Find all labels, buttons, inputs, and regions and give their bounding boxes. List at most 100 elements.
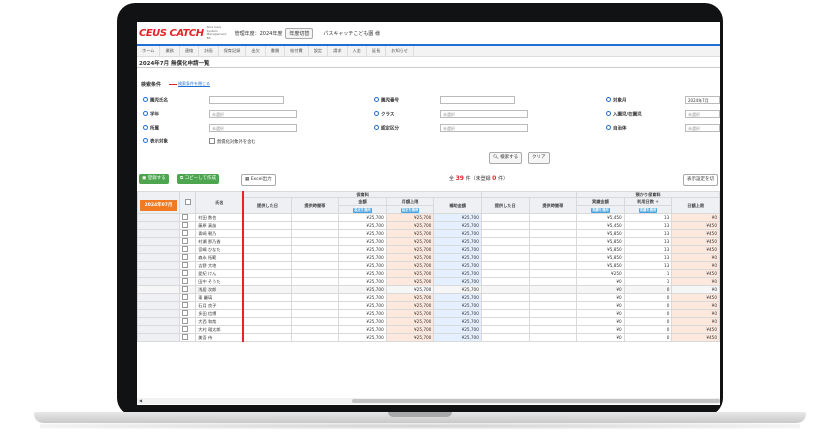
subsidy-amount[interactable]: ¥25,700	[433, 253, 482, 262]
table-row[interactable]: 大西 和哉 ¥25,700 ¥25,700 ¥25,700 ¥0 0 ¥0	[137, 317, 720, 326]
usage-days[interactable]: 1	[623, 277, 673, 286]
provided-time-2[interactable]	[528, 309, 578, 318]
monthly-limit[interactable]: ¥25,700	[385, 301, 435, 310]
table-row[interactable]: 多田 信博 ¥25,700 ¥25,700 ¥25,700 ¥0 0 ¥0	[137, 309, 720, 318]
daily-limit[interactable]: ¥0	[671, 213, 720, 222]
usage-days[interactable]: 13	[623, 213, 673, 222]
nav-item[interactable]: ホーム	[137, 46, 161, 56]
daily-limit[interactable]: ¥0	[671, 317, 720, 326]
provided-date[interactable]	[242, 245, 292, 254]
provided-time[interactable]	[290, 237, 340, 246]
provided-date[interactable]	[242, 309, 292, 318]
subsidy-amount[interactable]: ¥25,700	[433, 301, 482, 310]
provided-date[interactable]	[242, 213, 292, 222]
excel-export-button[interactable]: ▦ Excel出力	[241, 174, 276, 186]
nav-item[interactable]: 連絡	[180, 46, 200, 56]
provided-time[interactable]	[290, 245, 340, 254]
copy-create-button[interactable]: ⧉ コピーして作成	[177, 174, 220, 184]
provided-time-2[interactable]	[528, 301, 578, 310]
provided-time[interactable]	[290, 325, 340, 334]
monthly-limit[interactable]: ¥25,700	[385, 277, 435, 286]
child-name[interactable]: 愛紀 けん	[195, 269, 245, 278]
subsidy-amount[interactable]: ¥25,700	[433, 213, 482, 222]
amount[interactable]: ¥25,700	[338, 245, 387, 254]
col-provided-time-2[interactable]: 提供時間帯	[528, 197, 578, 214]
amount[interactable]: ¥25,700	[338, 333, 387, 342]
scrollbar-thumb[interactable]	[352, 399, 720, 403]
amount[interactable]: ¥25,700	[338, 285, 387, 294]
col-subsidy[interactable]: 補助金額	[433, 197, 482, 214]
child-name[interactable]: 東 麗璃	[195, 293, 245, 302]
subsidy-amount[interactable]: ¥25,700	[433, 237, 482, 246]
child-name[interactable]: 藤原 真苗	[195, 221, 245, 230]
row-checkbox[interactable]	[182, 222, 189, 228]
child-name[interactable]: 大村 瑠太郎	[195, 325, 245, 334]
provided-date[interactable]	[242, 269, 292, 278]
col-daily-limit[interactable]: 日額上限	[671, 197, 720, 214]
table-row[interactable]: 愛紀 けん ¥25,700 ¥25,700 ¥25,700 ¥250 1 ¥450	[137, 269, 720, 278]
provided-time[interactable]	[290, 229, 340, 238]
child-name-input[interactable]	[209, 96, 284, 104]
apply-days-button[interactable]: 実績を適用	[638, 208, 658, 213]
apply-actual-button[interactable]: 実績を適用	[591, 208, 610, 213]
actual-amount[interactable]: ¥0	[576, 325, 625, 334]
provided-time[interactable]	[290, 293, 340, 302]
provided-time-2[interactable]	[528, 269, 578, 278]
child-name[interactable]: 青崎 朝乃	[195, 229, 245, 238]
provided-date[interactable]	[242, 325, 292, 334]
child-name[interactable]: 森永 拓範	[195, 253, 245, 262]
child-name[interactable]: 田中 そうた	[195, 277, 245, 286]
nav-item[interactable]: 業務	[160, 46, 180, 56]
daily-limit[interactable]: ¥0	[671, 301, 720, 310]
nav-item[interactable]: 入金	[348, 46, 367, 56]
daily-limit[interactable]: ¥450	[671, 293, 720, 302]
subsidy-amount[interactable]: ¥25,700	[433, 269, 482, 278]
scroll-left-icon[interactable]: ◀	[139, 398, 142, 403]
daily-limit[interactable]: ¥450	[671, 333, 720, 342]
row-checkbox[interactable]	[182, 286, 189, 292]
actual-amount[interactable]: ¥0	[576, 293, 625, 302]
row-checkbox[interactable]	[182, 230, 189, 236]
actual-amount[interactable]: ¥0	[576, 309, 625, 318]
row-checkbox[interactable]	[182, 278, 189, 284]
provided-date-2[interactable]	[480, 277, 530, 286]
daily-limit[interactable]: ¥0	[671, 253, 720, 262]
provided-time-2[interactable]	[528, 317, 578, 326]
provided-date-2[interactable]	[480, 261, 530, 270]
subsidy-amount[interactable]: ¥25,700	[433, 261, 482, 270]
table-row[interactable]: 大村 瑠太郎 ¥25,700 ¥25,700 ¥25,700 ¥0 0 ¥450	[137, 325, 720, 334]
class-select[interactable]: 未選択	[440, 110, 528, 118]
table-row[interactable]: 青崎 朝乃 ¥25,700 ¥25,700 ¥25,700 ¥5,850 13 ¥450	[137, 229, 720, 238]
row-checkbox[interactable]	[182, 246, 189, 252]
usage-days[interactable]: 0	[623, 333, 673, 342]
amount[interactable]: ¥25,700	[338, 277, 387, 286]
nav-item[interactable]: 保育記録	[219, 46, 247, 56]
provided-time-2[interactable]	[528, 285, 578, 294]
row-checkbox[interactable]	[182, 302, 189, 308]
daily-limit[interactable]: ¥0	[671, 261, 720, 270]
monthly-limit[interactable]: ¥25,700	[385, 325, 435, 334]
actual-amount[interactable]: ¥5,450	[576, 221, 625, 230]
register-button[interactable]: ▣ 登録する	[139, 174, 169, 184]
provided-time[interactable]	[290, 301, 340, 310]
row-checkbox[interactable]	[182, 294, 189, 300]
daily-limit[interactable]: ¥0	[671, 309, 720, 318]
monthly-limit[interactable]: ¥25,700	[385, 285, 435, 294]
actual-amount[interactable]: ¥0	[576, 277, 625, 286]
usage-days[interactable]: 0	[623, 317, 673, 326]
provided-time[interactable]	[290, 253, 340, 262]
provided-date-2[interactable]	[480, 213, 530, 222]
child-name[interactable]: 多田 信博	[195, 309, 245, 318]
col-provided-time[interactable]: 提供時間帯	[290, 197, 340, 214]
amount[interactable]: ¥25,700	[338, 317, 387, 326]
nav-item[interactable]: 請求	[328, 46, 348, 56]
amount[interactable]: ¥25,700	[338, 237, 387, 246]
provided-time-2[interactable]	[528, 325, 578, 334]
nav-item[interactable]: 延長	[367, 46, 387, 56]
row-checkbox[interactable]	[182, 334, 189, 340]
municipality-select[interactable]: 未選択	[685, 124, 720, 132]
provided-time[interactable]	[290, 213, 340, 222]
daily-limit[interactable]: ¥450	[671, 325, 720, 334]
row-checkbox[interactable]	[182, 318, 189, 324]
app-logo[interactable]: CEUS CATCH Nice Care System Management B…	[139, 25, 229, 40]
